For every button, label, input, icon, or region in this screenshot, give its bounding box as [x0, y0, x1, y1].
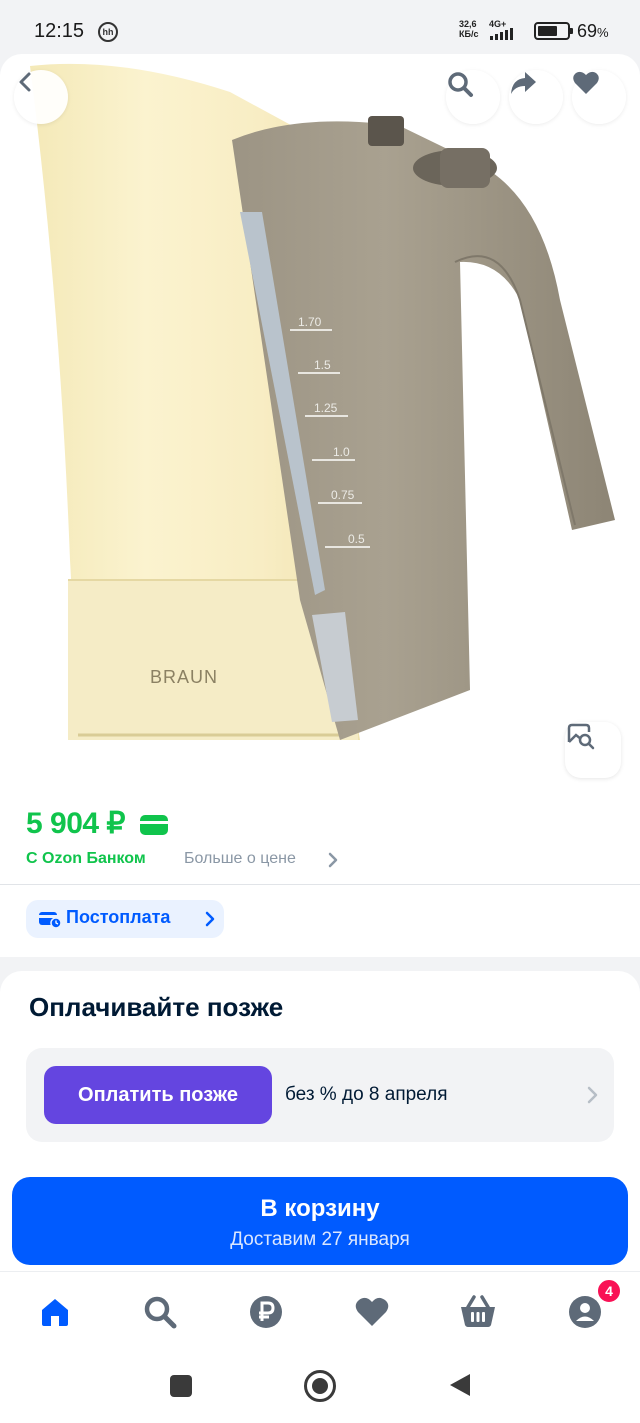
profile-notification-badge: 4: [596, 1278, 622, 1304]
ozon-card-icon: [140, 815, 168, 835]
pay-later-terms: без % до 8 апреля: [285, 1084, 448, 1105]
scale-mark-label: 1.5: [314, 358, 331, 372]
product-gallery[interactable]: 1.70 1.5 1.25 1.0 0.75 0.5 BRAUN: [0, 54, 640, 792]
chevron-right-icon: [205, 911, 215, 927]
nav-cart[interactable]: [458, 1292, 498, 1332]
home-system-icon[interactable]: [304, 1370, 336, 1402]
scale-mark-label: 1.0: [333, 445, 350, 459]
battery-percent: 69%: [577, 21, 609, 41]
ozon-bank-label[interactable]: С Ozon Банком: [26, 850, 146, 868]
nav-favorites[interactable]: [352, 1292, 392, 1332]
profile-icon: [569, 1296, 601, 1328]
status-time: 12:15: [34, 20, 85, 42]
network-speed: 32,6 КБ/с: [459, 19, 478, 39]
back-button[interactable]: [14, 70, 68, 124]
home-icon: [42, 1299, 68, 1326]
pay-later-button[interactable]: Оплатить позже: [44, 1066, 272, 1124]
price-amount: 5 904 ₽: [26, 807, 126, 840]
image-search-button[interactable]: [565, 722, 621, 778]
ruble-icon: [250, 1296, 282, 1328]
favorite-button[interactable]: [572, 70, 626, 124]
share-button[interactable]: [509, 70, 563, 124]
battery-level: [538, 26, 557, 36]
bottom-nav: [0, 1271, 640, 1353]
hh-notification-icon: hh: [98, 22, 118, 42]
chevron-right-icon: [328, 852, 338, 868]
postpay-label[interactable]: Постоплата: [66, 907, 170, 928]
product-image: 1.70 1.5 1.25 1.0 0.75 0.5 BRAUN: [30, 63, 615, 741]
nav-home[interactable]: [35, 1292, 75, 1332]
heart-icon: [573, 71, 599, 94]
chevron-right-icon: [587, 1086, 598, 1104]
network-speed-unit: КБ/с: [459, 29, 479, 39]
nav-search[interactable]: [140, 1292, 180, 1332]
image-search-icon: [567, 723, 595, 750]
nav-finance[interactable]: [246, 1292, 286, 1332]
pay-later-title: Оплачивайте позже: [29, 992, 284, 1022]
card-clock-icon: [39, 912, 62, 928]
signal-icon: [490, 28, 513, 40]
scale-mark-label: 0.5: [348, 532, 365, 546]
battery-icon: [534, 22, 573, 40]
scale-mark-label: 0.75: [331, 488, 355, 502]
recent-apps-icon[interactable]: [170, 1375, 192, 1397]
network-speed-value: 32,6: [459, 19, 477, 29]
status-bar: 12:15 hh 32,6 КБ/с 4G+ 69%: [0, 0, 640, 60]
heart-icon: [355, 1297, 389, 1326]
search-button[interactable]: [446, 70, 500, 124]
basket-icon: [461, 1295, 495, 1327]
search-icon: [144, 1296, 177, 1329]
brand-logo: BRAUN: [150, 667, 218, 687]
scale-mark-label: 1.70: [298, 315, 322, 329]
add-to-cart-label: В корзину: [260, 1195, 380, 1222]
search-icon: [448, 72, 473, 97]
back-system-icon[interactable]: [448, 1372, 472, 1398]
chevron-left-icon: [19, 72, 31, 92]
system-navigation-bar: [0, 1353, 640, 1423]
delivery-date: Доставим 27 января: [230, 1229, 410, 1250]
scale-mark-label: 1.25: [314, 401, 338, 415]
share-icon: [511, 72, 536, 94]
more-about-price-link[interactable]: Больше о цене: [184, 850, 296, 868]
